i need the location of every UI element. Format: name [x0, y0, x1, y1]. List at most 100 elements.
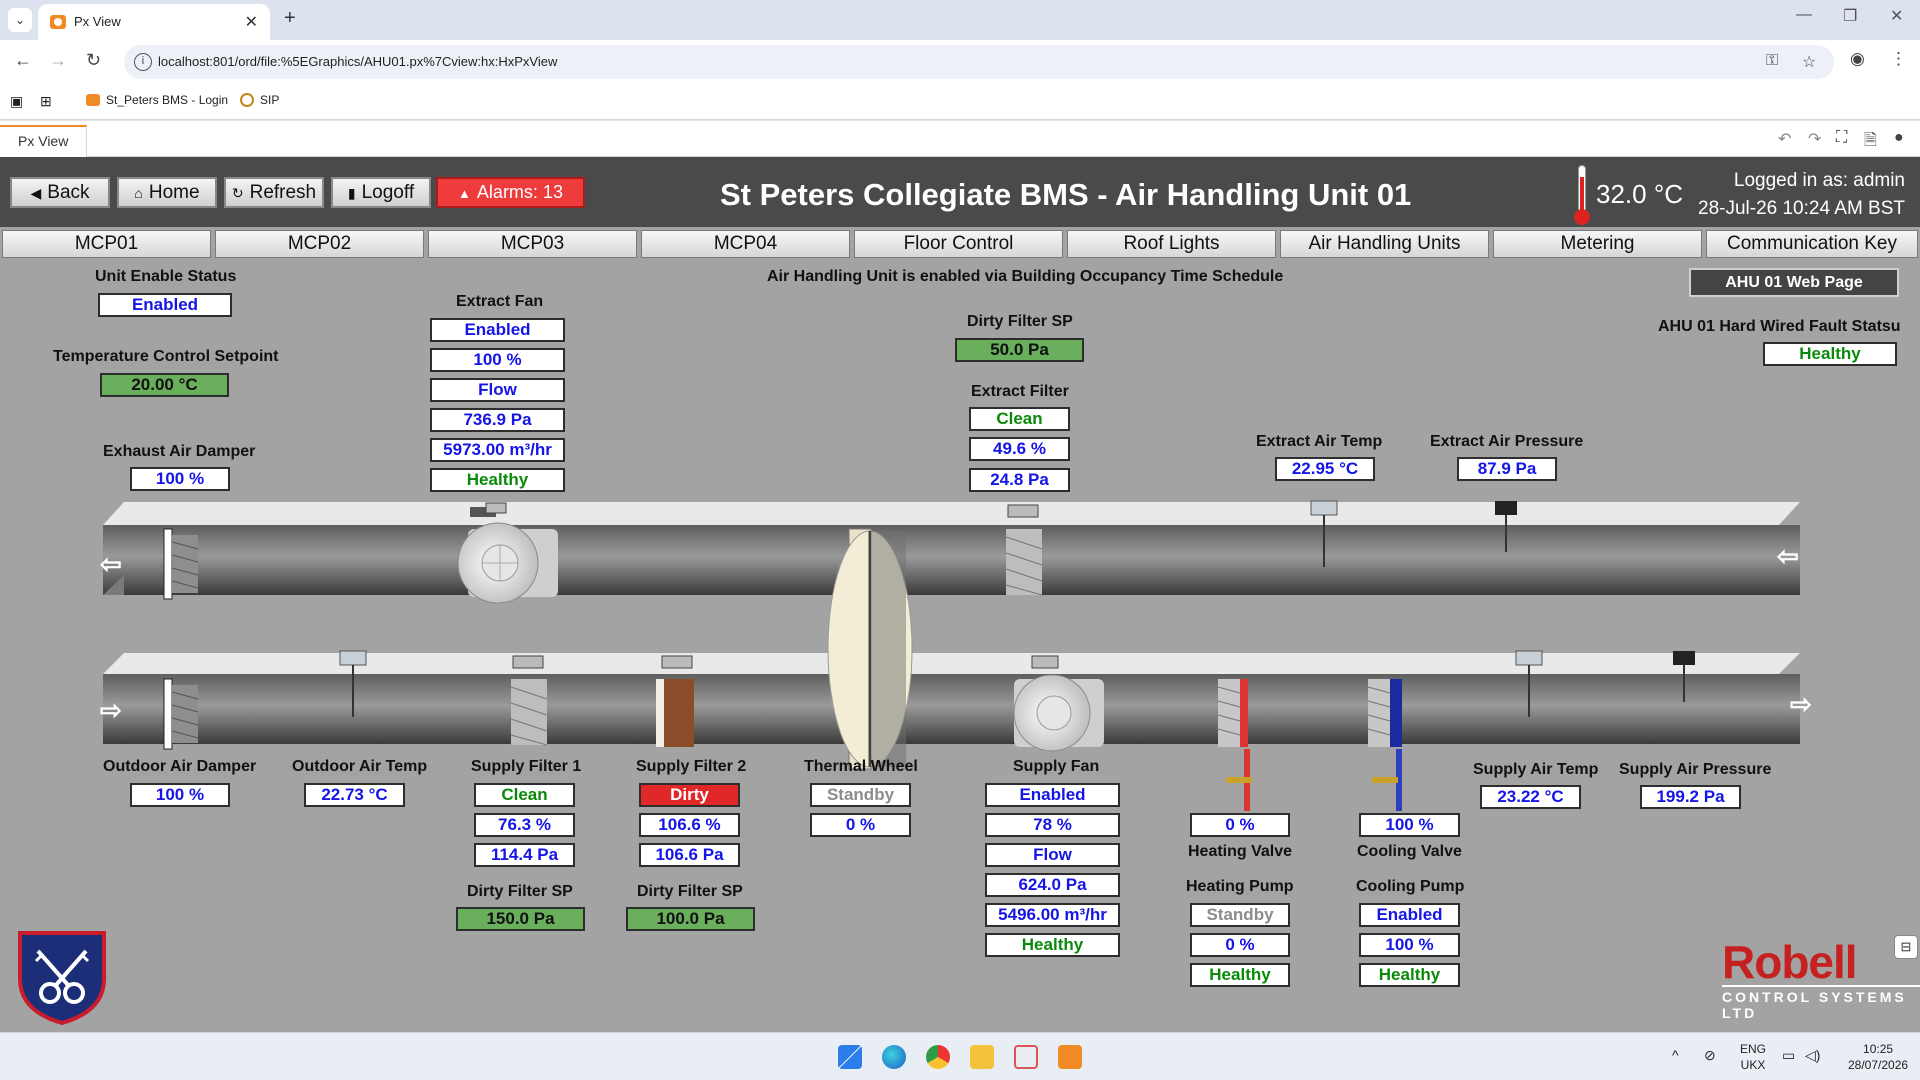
- supply-filter-2-status: Dirty: [639, 783, 740, 807]
- tab-actions-icon[interactable]: ▣: [10, 93, 23, 110]
- heating-pump-status[interactable]: Standby: [1190, 903, 1290, 927]
- minimize-icon[interactable]: —: [1796, 6, 1812, 24]
- snipping-tool-icon[interactable]: [1014, 1045, 1038, 1069]
- supply-fan-flow: Flow: [985, 843, 1120, 867]
- outdoor-damper-value[interactable]: 100 %: [130, 783, 230, 807]
- cooling-coil-icon: [1367, 679, 1402, 811]
- extract-air-pressure-label: Extract Air Pressure: [1430, 433, 1584, 450]
- unit-enable-value[interactable]: Enabled: [98, 293, 232, 317]
- supply-flow-arrow-icon: ⇨: [1790, 689, 1812, 719]
- thermal-wheel-label: Thermal Wheel: [804, 758, 918, 775]
- fullscreen-icon[interactable]: ⛶: [1836, 129, 1847, 147]
- thermal-wheel-icon: [827, 528, 913, 770]
- sip-favicon-icon: [240, 93, 254, 107]
- supply-fan-speed[interactable]: 78 %: [985, 813, 1120, 837]
- save-icon[interactable]: 🗎: [1864, 129, 1877, 156]
- cooling-pump-speed[interactable]: 100 %: [1359, 933, 1460, 957]
- extract-fan-speed[interactable]: 100 %: [430, 348, 565, 372]
- ahu-web-page-button[interactable]: AHU 01 Web Page: [1689, 268, 1899, 297]
- chrome-icon[interactable]: [926, 1045, 950, 1069]
- feedback-icon[interactable]: ⊟: [1894, 935, 1918, 959]
- heating-pump-health: Healthy: [1190, 963, 1290, 987]
- extract-fan-enable[interactable]: Enabled: [430, 318, 565, 342]
- extract-dirty-filter-sp-value[interactable]: 50.0 Pa: [955, 338, 1084, 362]
- cooling-valve-value[interactable]: 100 %: [1359, 813, 1460, 837]
- niagara-favicon-icon: [50, 15, 66, 29]
- forward-nav-icon[interactable]: →: [49, 50, 67, 71]
- robell-tagline: CONTROL SYSTEMS LTD: [1722, 985, 1920, 1021]
- browser-tab[interactable]: Px View ✕: [38, 4, 270, 40]
- bookmark-star-icon[interactable]: ☆: [1802, 52, 1816, 72]
- back-nav-icon[interactable]: ←: [14, 50, 32, 71]
- close-window-icon[interactable]: ✕: [1890, 6, 1903, 26]
- px-view-tab[interactable]: Px View: [0, 125, 88, 157]
- apps-grid-icon[interactable]: ⊞: [40, 93, 52, 110]
- supply-filter-2-pressure: 106.6 Pa: [639, 843, 740, 867]
- exhaust-flow-arrow-icon: ⇦: [100, 549, 122, 579]
- browser-tabstrip: ⌄ Px View ✕ + — ❐ ✕: [0, 0, 1920, 40]
- extract-fan-health: Healthy: [430, 468, 565, 492]
- restore-icon[interactable]: ❐: [1843, 6, 1857, 26]
- language-indicator[interactable]: ENG UKX: [1740, 1041, 1766, 1073]
- user-icon[interactable]: ●: [1894, 129, 1904, 147]
- thermal-wheel-status[interactable]: Standby: [810, 783, 911, 807]
- heating-pump-speed[interactable]: 0 %: [1190, 933, 1290, 957]
- windows-taskbar: ^ ⊘ ENG UKX ▭ ◁) 10:25 28/07/2026: [0, 1032, 1920, 1080]
- bookmark-bms-login[interactable]: St_Peters BMS - Login: [86, 93, 228, 107]
- supply-fan-enable[interactable]: Enabled: [985, 783, 1120, 807]
- niagara-favicon-icon: [86, 94, 100, 106]
- outdoor-damper-label: Outdoor Air Damper: [103, 758, 257, 775]
- redo-icon[interactable]: ↷: [1808, 129, 1821, 149]
- volume-icon[interactable]: ◁): [1805, 1047, 1820, 1063]
- tab-search-button[interactable]: ⌄: [8, 8, 32, 32]
- display-icon[interactable]: ▭: [1782, 1047, 1795, 1063]
- setpoint-value[interactable]: 20.00 °C: [100, 373, 229, 397]
- browser-menu-icon[interactable]: ⋮: [1890, 49, 1907, 69]
- bookmarks-bar: ▣ ⊞ St_Peters BMS - Login SIP: [0, 84, 1920, 120]
- clock[interactable]: 10:25 28/07/2026: [1848, 1041, 1908, 1073]
- extract-filter-pressure: 24.8 Pa: [969, 468, 1070, 492]
- cooling-pump-label: Cooling Pump: [1356, 878, 1465, 895]
- site-info-icon[interactable]: i: [134, 53, 152, 71]
- password-key-icon[interactable]: ⚿: [1766, 52, 1778, 70]
- supply-filter-1-pressure: 114.4 Pa: [474, 843, 575, 867]
- schedule-message: Air Handling Unit is enabled via Buildin…: [767, 268, 1284, 285]
- outdoor-air-temp-label: Outdoor Air Temp: [292, 758, 428, 775]
- url-text[interactable]: localhost:801/ord/file:%5EGraphics/AHU01…: [158, 54, 557, 69]
- robell-name: Robell: [1722, 936, 1858, 988]
- cooling-pump-status[interactable]: Enabled: [1359, 903, 1460, 927]
- exhaust-damper-value[interactable]: 100 %: [130, 467, 230, 491]
- supply-fan-pressure: 624.0 Pa: [985, 873, 1120, 897]
- niagara-workbench-icon[interactable]: [1058, 1045, 1082, 1069]
- thermal-wheel-speed[interactable]: 0 %: [810, 813, 911, 837]
- ductwork-diagram: [103, 500, 1800, 811]
- file-explorer-icon[interactable]: [970, 1045, 994, 1069]
- extract-filter-percent: 49.6 %: [969, 437, 1070, 461]
- close-tab-icon[interactable]: ✕: [245, 12, 258, 32]
- show-hidden-icons-icon[interactable]: ^: [1672, 1047, 1679, 1063]
- extract-air-pressure-value: 87.9 Pa: [1457, 457, 1557, 481]
- supply-filter-2-sp-value[interactable]: 100.0 Pa: [626, 907, 755, 931]
- heating-valve-label: Heating Valve: [1188, 843, 1293, 860]
- heating-valve-value[interactable]: 0 %: [1190, 813, 1290, 837]
- ahu-graphic: ◀ Back ⌂ Home ↻ Refresh ▮ Logoff ▲ Alarms: 13…: [0, 157, 1920, 1032]
- extract-flow-arrow-icon: ⇦: [1777, 541, 1799, 571]
- supply-filter-1-sp-label: Dirty Filter SP: [467, 883, 573, 900]
- bookmark-sip[interactable]: SIP: [240, 93, 279, 107]
- new-tab-icon[interactable]: +: [284, 7, 296, 30]
- extract-air-temp-value: 22.95 °C: [1275, 457, 1375, 481]
- supply-air-temp-value: 23.22 °C: [1480, 785, 1581, 809]
- address-bar[interactable]: i localhost:801/ord/file:%5EGraphics/AHU…: [124, 45, 1834, 79]
- network-icon[interactable]: ⊘: [1704, 1047, 1716, 1063]
- extract-filter-status: Clean: [969, 407, 1070, 431]
- exhaust-damper-label: Exhaust Air Damper: [103, 443, 256, 460]
- supply-filter-1-sp-value[interactable]: 150.0 Pa: [456, 907, 585, 931]
- undo-icon[interactable]: ↶: [1778, 129, 1791, 149]
- windows-start-icon[interactable]: [838, 1045, 862, 1069]
- profile-icon[interactable]: ◉: [1850, 49, 1865, 69]
- exhaust-damper-icon: [163, 528, 199, 600]
- extract-dirty-filter-sp-label: Dirty Filter SP: [967, 313, 1073, 330]
- reload-icon[interactable]: ↻: [86, 50, 101, 71]
- robell-logo: Robell CONTROL SYSTEMS LTD: [1722, 935, 1920, 1021]
- edge-icon[interactable]: [882, 1045, 906, 1069]
